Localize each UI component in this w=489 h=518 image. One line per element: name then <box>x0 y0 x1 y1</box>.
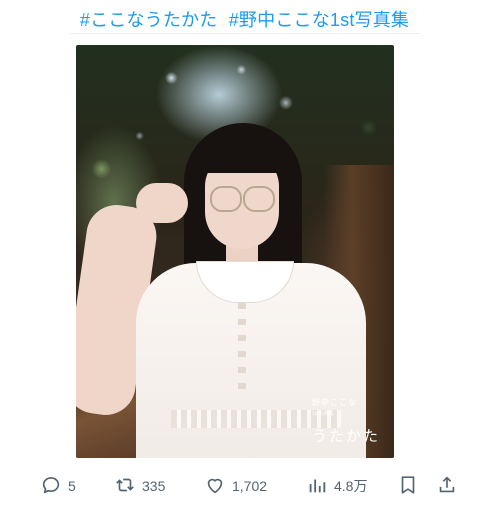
views-icon <box>306 474 328 499</box>
views-count: 4.8万 <box>334 478 368 494</box>
photo-dress-buttons <box>238 303 246 393</box>
repost-count: 335 <box>142 478 166 494</box>
caption-name: 野中ここな <box>311 398 357 407</box>
photo-hand <box>136 183 188 223</box>
reply-icon <box>40 474 62 499</box>
bookmark-button[interactable] <box>397 472 419 500</box>
divider <box>70 33 420 34</box>
post-photo[interactable]: 野中ここな 1st写真集 うたかた <box>76 45 394 458</box>
photo-bangs <box>200 141 286 173</box>
like-button[interactable]: 1,702 <box>204 472 267 500</box>
caption-subtitle: 1st写真集 <box>311 411 334 417</box>
share-button[interactable] <box>436 472 458 500</box>
repost-icon <box>114 474 136 499</box>
hashtag-line: #ここなうたかた #野中ここな1st写真集 <box>0 6 489 32</box>
tweet-actions: 5 335 1,702 4.8万 <box>36 472 466 500</box>
caption-title: うたかた <box>311 428 380 445</box>
hashtag-link-kokona-utakata[interactable]: #ここなうたかた <box>80 10 218 30</box>
share-icon <box>436 474 458 499</box>
like-count: 1,702 <box>232 478 268 494</box>
repost-button[interactable]: 335 <box>114 472 165 500</box>
reply-count: 5 <box>68 478 76 494</box>
views-button[interactable]: 4.8万 <box>306 472 367 500</box>
bookmark-icon <box>397 474 419 499</box>
like-icon <box>204 474 226 499</box>
photo-glasses-left <box>210 186 242 212</box>
photo-caption: 野中ここな 1st写真集 うたかた <box>312 397 380 446</box>
photo-glasses-right <box>243 186 275 212</box>
hashtag-link-photobook[interactable]: #野中ここな1st写真集 <box>229 10 409 30</box>
reply-button[interactable]: 5 <box>40 472 76 500</box>
